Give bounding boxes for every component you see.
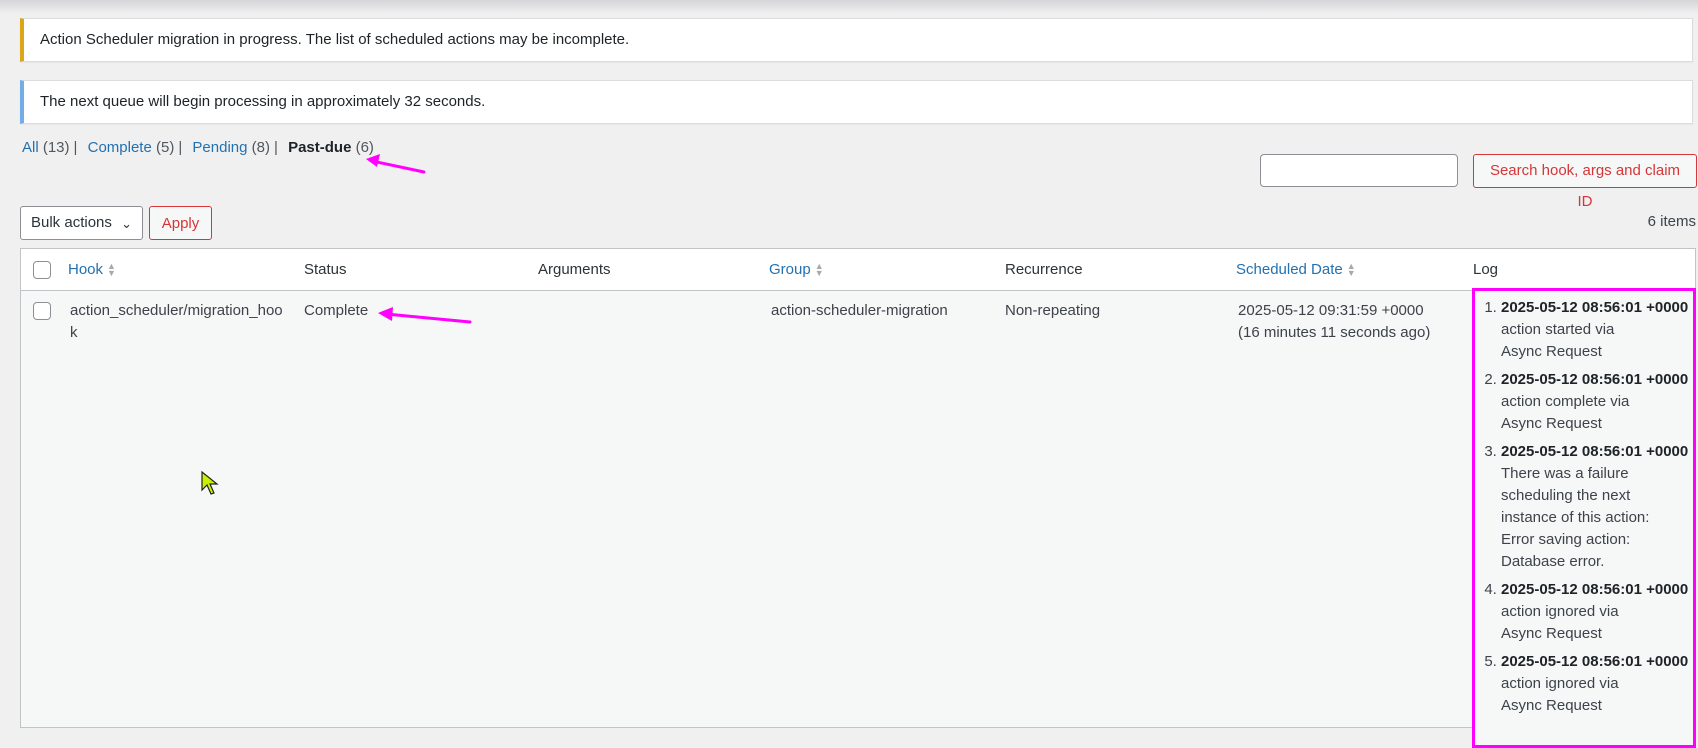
filter-pending-count: (8) bbox=[251, 139, 270, 156]
table-header: Hook ▲ ▼ Status Arguments Group ▲ ▼ Recurren… bbox=[21, 249, 1695, 291]
column-hook-label: Hook bbox=[68, 261, 104, 278]
info-notice-text: The next queue will begin processing in … bbox=[40, 93, 486, 110]
filter-complete: Complete (5) | bbox=[88, 139, 189, 156]
log-entry-line: Async Request bbox=[1501, 415, 1602, 432]
search-button[interactable]: Search hook, args and claim ID bbox=[1473, 154, 1697, 210]
queue-info-notice: The next queue will begin processing in … bbox=[20, 80, 1693, 124]
select-all-checkbox[interactable] bbox=[33, 261, 51, 279]
log-entry-line: scheduling the next bbox=[1501, 487, 1631, 504]
apply-button[interactable]: Apply bbox=[149, 206, 212, 240]
filter-all-count: (13) bbox=[42, 139, 70, 156]
log-entry: 2025-05-12 08:56:01 +0000 There was a fai… bbox=[1501, 441, 1693, 573]
column-log: Log bbox=[1473, 261, 1499, 278]
filter-all: All (13) | bbox=[22, 139, 83, 156]
chevron-down-icon: ⌄ bbox=[121, 216, 132, 231]
filter-complete-count: (5) bbox=[155, 139, 175, 156]
log-entry-line: action complete via bbox=[1501, 393, 1630, 410]
row-recurrence: Non-repeating bbox=[1005, 302, 1101, 319]
log-entry-line: Async Request bbox=[1501, 343, 1602, 360]
log-entry-time: 2025-05-12 08:56:01 +0000 bbox=[1501, 653, 1689, 670]
row-hook-line: k bbox=[70, 324, 78, 341]
warning-notice-text: Action Scheduler migration in progress. … bbox=[40, 31, 630, 48]
scheduled-date-absolute: 2025-05-12 09:31:59 +0000 bbox=[1238, 302, 1424, 319]
items-count: 6 items bbox=[1647, 213, 1696, 230]
log-entry-time: 2025-05-12 08:56:01 +0000 bbox=[1501, 299, 1689, 316]
row-status: Complete bbox=[304, 302, 369, 319]
scheduled-date-relative: (16 minutes 11 seconds ago) bbox=[1238, 324, 1431, 341]
log-entry: 2025-05-12 08:56:01 +0000 action ignored … bbox=[1501, 579, 1693, 645]
bulk-actions-select[interactable]: Bulk actions ⌄ bbox=[20, 206, 143, 240]
filter-separator: | bbox=[273, 139, 278, 156]
filter-pending: Pending (8) | bbox=[192, 139, 283, 156]
filter-past-due-link[interactable]: Past-due bbox=[288, 139, 351, 156]
log-entry: 2025-05-12 08:56:01 +0000 action started … bbox=[1501, 297, 1693, 363]
column-recurrence: Recurrence bbox=[1005, 261, 1083, 278]
filter-pending-link[interactable]: Pending bbox=[192, 139, 247, 156]
row-scheduled-date: 2025-05-12 09:31:59 +0000 (16 minutes 11… bbox=[1238, 300, 1458, 344]
mouse-cursor-icon bbox=[201, 470, 219, 495]
column-scheduled-date-label: Scheduled Date bbox=[1236, 261, 1343, 278]
log-entry-line: action ignored via bbox=[1501, 675, 1619, 692]
log-entry-line: Database error. bbox=[1501, 553, 1605, 570]
top-shadow bbox=[0, 0, 1698, 14]
filter-complete-link[interactable]: Complete bbox=[88, 139, 152, 156]
filter-all-link[interactable]: All bbox=[22, 139, 39, 156]
migration-warning-notice: Action Scheduler migration in progress. … bbox=[20, 18, 1693, 62]
bulk-actions-selected: Bulk actions bbox=[31, 214, 112, 231]
log-entry-time: 2025-05-12 08:56:01 +0000 bbox=[1501, 371, 1689, 388]
log-entry-time: 2025-05-12 08:56:01 +0000 bbox=[1501, 581, 1689, 598]
row-hook[interactable]: action_scheduler/migration_hoo k bbox=[70, 300, 283, 344]
sort-arrows-icon: ▲ ▼ bbox=[1346, 261, 1356, 279]
log-entry-line: action ignored via bbox=[1501, 603, 1619, 620]
search-input[interactable] bbox=[1260, 154, 1458, 187]
log-entry-line: Async Request bbox=[1501, 697, 1602, 714]
log-entry-line: Error saving action: bbox=[1501, 531, 1631, 548]
log-entry-time: 2025-05-12 08:56:01 +0000 bbox=[1501, 443, 1689, 460]
row-hook-line: action_scheduler/migration_hoo bbox=[70, 302, 283, 319]
filter-separator: | bbox=[178, 139, 183, 156]
row-log: 2025-05-12 08:56:01 +0000 action started … bbox=[1472, 288, 1696, 748]
column-hook[interactable]: Hook ▲ ▼ bbox=[68, 261, 116, 278]
filter-separator: | bbox=[73, 139, 78, 156]
actions-table: Hook ▲ ▼ Status Arguments Group ▲ ▼ Recurren… bbox=[20, 248, 1696, 748]
log-entry: 2025-05-12 08:56:01 +0000 action complete… bbox=[1501, 369, 1693, 435]
filter-past-due-count: (6) bbox=[355, 139, 374, 156]
filter-past-due: Past-due (6) bbox=[288, 139, 374, 156]
column-scheduled-date[interactable]: Scheduled Date ▲ ▼ bbox=[1236, 261, 1356, 278]
column-group[interactable]: Group ▲ ▼ bbox=[769, 261, 824, 278]
status-filter-links: All (13) | Complete (5) | Pending (8) | Pas… bbox=[22, 139, 374, 156]
log-entry-line: instance of this action: bbox=[1501, 509, 1650, 526]
log-entry: 2025-05-12 08:56:01 +0000 action ignored … bbox=[1501, 651, 1693, 717]
sort-arrows-icon: ▲ ▼ bbox=[814, 261, 824, 279]
column-group-label: Group bbox=[769, 261, 811, 278]
sort-arrows-icon: ▲ ▼ bbox=[107, 261, 116, 279]
log-entry-line: There was a failure bbox=[1501, 465, 1629, 482]
row-checkbox[interactable] bbox=[33, 302, 51, 320]
log-list: 2025-05-12 08:56:01 +0000 action started … bbox=[1475, 297, 1693, 717]
column-status: Status bbox=[304, 261, 347, 278]
column-arguments: Arguments bbox=[538, 261, 611, 278]
log-entry-line: action started via bbox=[1501, 321, 1615, 338]
log-entry-line: Async Request bbox=[1501, 625, 1602, 642]
row-group: action-scheduler-migration bbox=[771, 302, 948, 319]
